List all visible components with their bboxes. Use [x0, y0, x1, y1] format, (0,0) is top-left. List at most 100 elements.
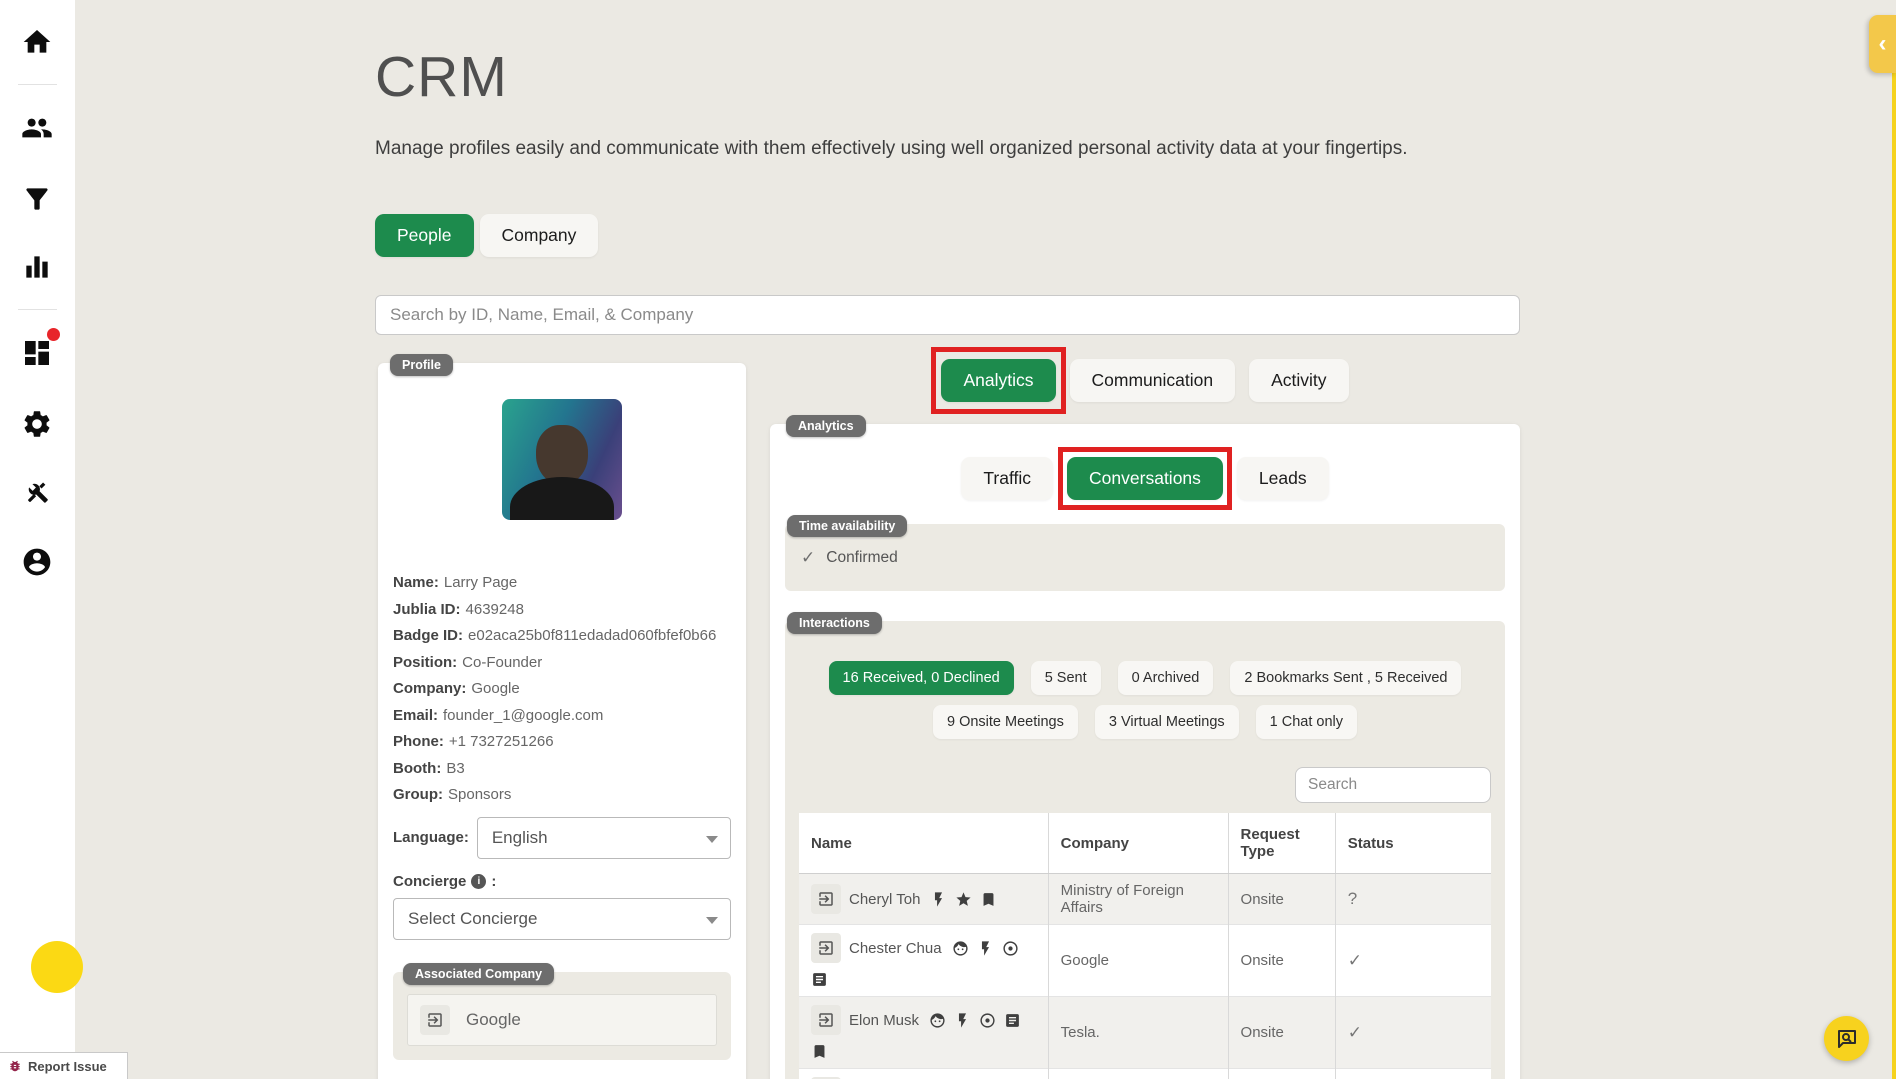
subtab-traffic[interactable]: Traffic	[961, 457, 1054, 500]
concierge-label: Concierge :	[393, 873, 731, 890]
col-header-status[interactable]: Status	[1335, 813, 1491, 874]
open-profile-icon[interactable]	[811, 933, 841, 963]
bolt-icon	[930, 891, 947, 908]
bookmark-icon	[980, 891, 997, 908]
dashboard-icon[interactable]	[20, 328, 60, 370]
col-header-request-type[interactable]: Request Type	[1228, 813, 1336, 874]
time-availability-section: Time availability Confirmed	[785, 515, 1505, 591]
settings-icon[interactable]	[20, 407, 54, 441]
profile-card: Profile Name: Larry Page Jublia ID: 463924…	[378, 354, 746, 1079]
open-profile-icon[interactable]	[811, 1005, 841, 1035]
open-profile-icon[interactable]	[811, 884, 841, 914]
field-group: Group: Sponsors	[393, 786, 512, 803]
stat-sent[interactable]: 5 Sent	[1030, 661, 1101, 695]
open-company-icon[interactable]	[420, 1004, 450, 1035]
table-row[interactable]: Chester Chua Google Onsite ✓	[799, 924, 1491, 997]
tab-communication[interactable]: Communication	[1069, 359, 1236, 402]
analytics-subtabs: Traffic Conversations Leads	[785, 447, 1505, 510]
concierge-select[interactable]: Select Concierge	[393, 897, 731, 940]
availability-status: Confirmed	[826, 548, 898, 566]
col-header-name[interactable]: Name	[799, 813, 1049, 874]
chat-search-icon	[1837, 1029, 1856, 1048]
table-row[interactable]: Cheryl Toh Ministry of Foreign Affairs O…	[799, 873, 1491, 925]
check-icon	[801, 548, 815, 568]
app-sidebar	[0, 0, 83, 1079]
associated-company-badge: Associated Company	[403, 962, 555, 985]
associated-company-section: Associated Company Google	[393, 962, 731, 1060]
main-content: CRM Manage profiles easily and communica…	[375, 0, 1520, 1079]
collapsed-panel-edge	[1892, 15, 1896, 1079]
status-check-icon: ✓	[1347, 950, 1363, 970]
detail-tabs: Analytics Communication Activity	[770, 347, 1520, 414]
company-tab[interactable]: Company	[479, 214, 599, 257]
profile-photo	[502, 399, 622, 520]
status-question-icon: ?	[1347, 889, 1358, 908]
star-icon	[955, 891, 972, 908]
table-row[interactable]: Elon Musk Tesla. Onsite ✓	[799, 996, 1491, 1069]
associated-company-row[interactable]: Google	[407, 993, 717, 1046]
collapse-panel-tab[interactable]	[1869, 15, 1896, 73]
time-availability-badge: Time availability	[787, 515, 908, 537]
field-badge-id: Badge ID: e02aca25b0f811edadad060fbfef0b6…	[393, 627, 717, 644]
interactions-badge: Interactions	[787, 612, 882, 634]
contacts-icon[interactable]	[20, 111, 54, 145]
home-icon[interactable]	[20, 25, 54, 59]
conversations-table: Name Company Request Type Status Cheryl …	[799, 813, 1491, 1079]
page-subtitle: Manage profiles easily and communicate w…	[375, 138, 1408, 159]
stat-bookmarks[interactable]: 2 Bookmarks Sent , 5 Received	[1230, 661, 1462, 695]
account-icon[interactable]	[20, 545, 54, 579]
bug-icon	[8, 1059, 22, 1073]
field-email: Email: founder_1@google.com	[393, 706, 604, 724]
stat-onsite-meetings[interactable]: 9 Onsite Meetings	[932, 705, 1078, 739]
filter-icon[interactable]	[20, 182, 54, 216]
language-label: Language:	[393, 829, 469, 846]
report-issue-button[interactable]: Report Issue	[0, 1052, 128, 1079]
main-search-input[interactable]	[375, 295, 1520, 335]
people-tab[interactable]: People	[375, 214, 474, 257]
tools-icon-active[interactable]	[20, 475, 83, 993]
analytics-panel: Analytics Traffic Conversations Leads Ti…	[770, 415, 1520, 1079]
bolt-icon	[977, 940, 994, 957]
bolt-icon	[954, 1012, 971, 1029]
table-search-input[interactable]	[1295, 767, 1491, 803]
subtab-conversations[interactable]: Conversations	[1067, 457, 1223, 500]
tab-analytics[interactable]: Analytics	[941, 359, 1056, 402]
field-phone: Phone: +1 7327251266	[393, 733, 554, 750]
face-icon	[952, 940, 969, 957]
sidebar-divider	[18, 309, 57, 310]
col-header-company[interactable]: Company	[1048, 813, 1229, 874]
bar-chart-icon[interactable]	[20, 250, 54, 284]
interaction-stats-row-2: 9 Onsite Meetings 3 Virtual Meetings 1 C…	[799, 705, 1491, 739]
page-title: CRM	[375, 45, 508, 109]
chat-support-button[interactable]	[1824, 1016, 1869, 1061]
stat-archived[interactable]: 0 Archived	[1117, 661, 1214, 695]
chevron-down-icon	[706, 835, 718, 843]
field-company: Company: Google	[393, 680, 520, 697]
sidebar-divider	[18, 84, 57, 85]
detail-column: Analytics Communication Activity Analyti…	[770, 347, 1520, 1079]
stat-received-declined[interactable]: 16 Received, 0 Declined	[828, 661, 1014, 695]
table-row[interactable]: Phattharawee Romyen Ogilvy Thai	[799, 1068, 1491, 1079]
language-select[interactable]: English	[476, 816, 731, 859]
chevron-down-icon	[706, 916, 718, 924]
face-icon	[929, 1012, 946, 1029]
stat-virtual-meetings[interactable]: 3 Virtual Meetings	[1094, 705, 1239, 739]
interactions-section: Interactions 16 Received, 0 Declined 5 S…	[785, 612, 1505, 1079]
subtab-leads[interactable]: Leads	[1236, 457, 1329, 500]
info-icon[interactable]	[471, 873, 487, 889]
profile-fields: Name: Larry Page Jublia ID: 4639248 Badge …	[393, 570, 731, 809]
field-booth: Booth: B3	[393, 759, 465, 777]
target-icon	[979, 1012, 996, 1029]
profile-badge: Profile	[390, 354, 453, 376]
field-position: Position: Co-Founder	[393, 653, 543, 671]
target-icon	[1002, 940, 1019, 957]
active-icon-highlight	[31, 941, 83, 993]
language-row: Language: English	[393, 816, 731, 859]
field-jublia-id: Jublia ID: 4639248	[393, 600, 524, 618]
tab-activity[interactable]: Activity	[1249, 359, 1349, 402]
notification-dot	[47, 328, 60, 341]
list-icon	[1004, 1012, 1021, 1029]
list-icon	[811, 971, 828, 988]
stat-chat-only[interactable]: 1 Chat only	[1255, 705, 1358, 739]
chevron-left-icon	[1879, 32, 1887, 56]
